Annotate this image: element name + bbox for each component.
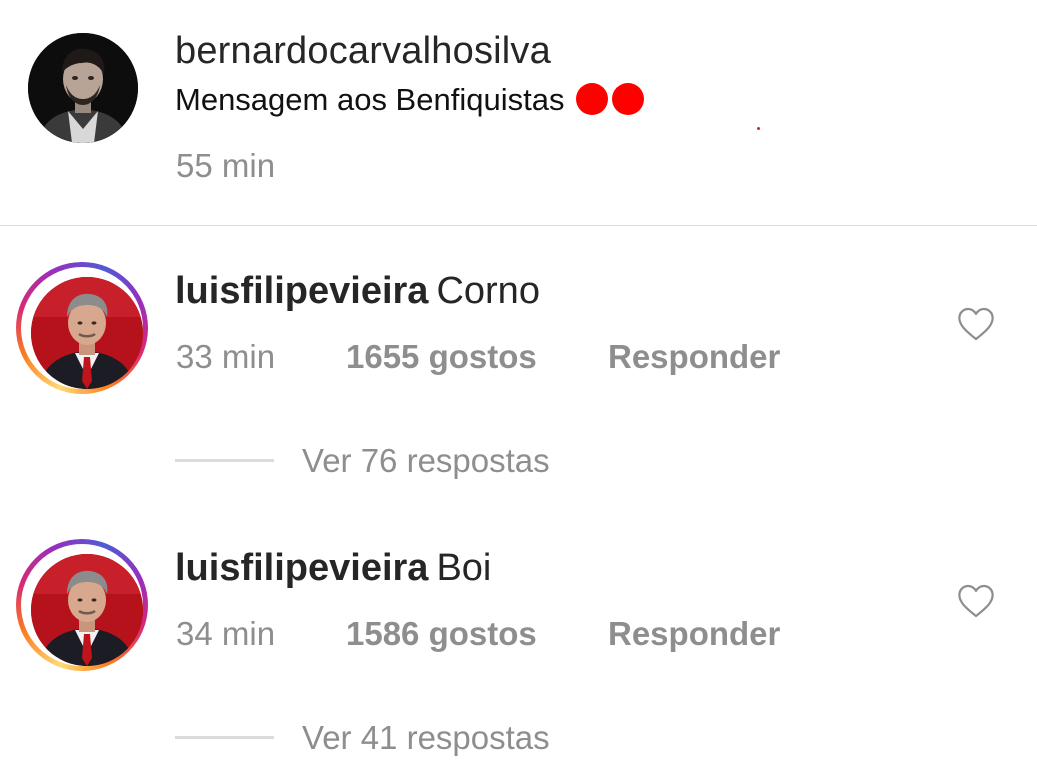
comment-username[interactable]: luisfilipevieira bbox=[175, 547, 428, 589]
comment-likes-count[interactable]: 1655 gostos bbox=[346, 338, 537, 376]
comment-item: luisfilipevieira Corno 33 min 1655 gostos… bbox=[0, 262, 1037, 502]
reply-button[interactable]: Responder bbox=[608, 338, 780, 376]
story-ring[interactable] bbox=[16, 539, 148, 671]
story-ring[interactable] bbox=[16, 262, 148, 394]
heart-icon[interactable] bbox=[957, 306, 995, 342]
comment-likes-count[interactable]: 1586 gostos bbox=[346, 615, 537, 653]
avatar-portrait-icon bbox=[28, 33, 138, 143]
post-timestamp: 55 min bbox=[176, 147, 276, 184]
stray-red-dot bbox=[757, 127, 760, 130]
avatar-portrait-icon bbox=[31, 554, 143, 666]
heart-icon[interactable] bbox=[957, 583, 995, 619]
post-caption-section: bernardocarvalhosilva Mensagem aos Benfi… bbox=[0, 0, 1037, 226]
post-caption-text: Mensagem aos Benfiquistas bbox=[175, 82, 645, 118]
comment-body: luisfilipevieira Boi bbox=[175, 547, 491, 590]
comment-text: Boi bbox=[436, 547, 492, 589]
replies-indent-line bbox=[175, 736, 274, 739]
post-author-avatar[interactable] bbox=[28, 33, 138, 143]
comment-item: luisfilipevieira Boi 34 min 1586 gostos R… bbox=[0, 539, 1037, 779]
comment-timestamp: 33 min bbox=[176, 338, 276, 375]
post-author-username[interactable]: bernardocarvalhosilva bbox=[175, 30, 551, 73]
reply-button[interactable]: Responder bbox=[608, 615, 780, 653]
section-divider bbox=[0, 225, 1037, 226]
caption-text: Mensagem aos Benfiquistas bbox=[175, 82, 565, 117]
comment-username[interactable]: luisfilipevieira bbox=[175, 270, 428, 312]
comment-body: luisfilipevieira Corno bbox=[175, 270, 540, 313]
red-circle-emoji-icon bbox=[612, 83, 645, 115]
view-replies-button[interactable]: Ver 76 respostas bbox=[302, 442, 550, 480]
red-circle-emoji-icon bbox=[576, 83, 609, 115]
avatar-portrait-icon bbox=[31, 277, 143, 389]
comment-text: Corno bbox=[436, 270, 540, 312]
commenter-avatar[interactable] bbox=[31, 554, 143, 666]
view-replies-button[interactable]: Ver 41 respostas bbox=[302, 719, 550, 757]
commenter-avatar[interactable] bbox=[31, 277, 143, 389]
replies-indent-line bbox=[175, 459, 274, 462]
comment-timestamp: 34 min bbox=[176, 615, 276, 652]
